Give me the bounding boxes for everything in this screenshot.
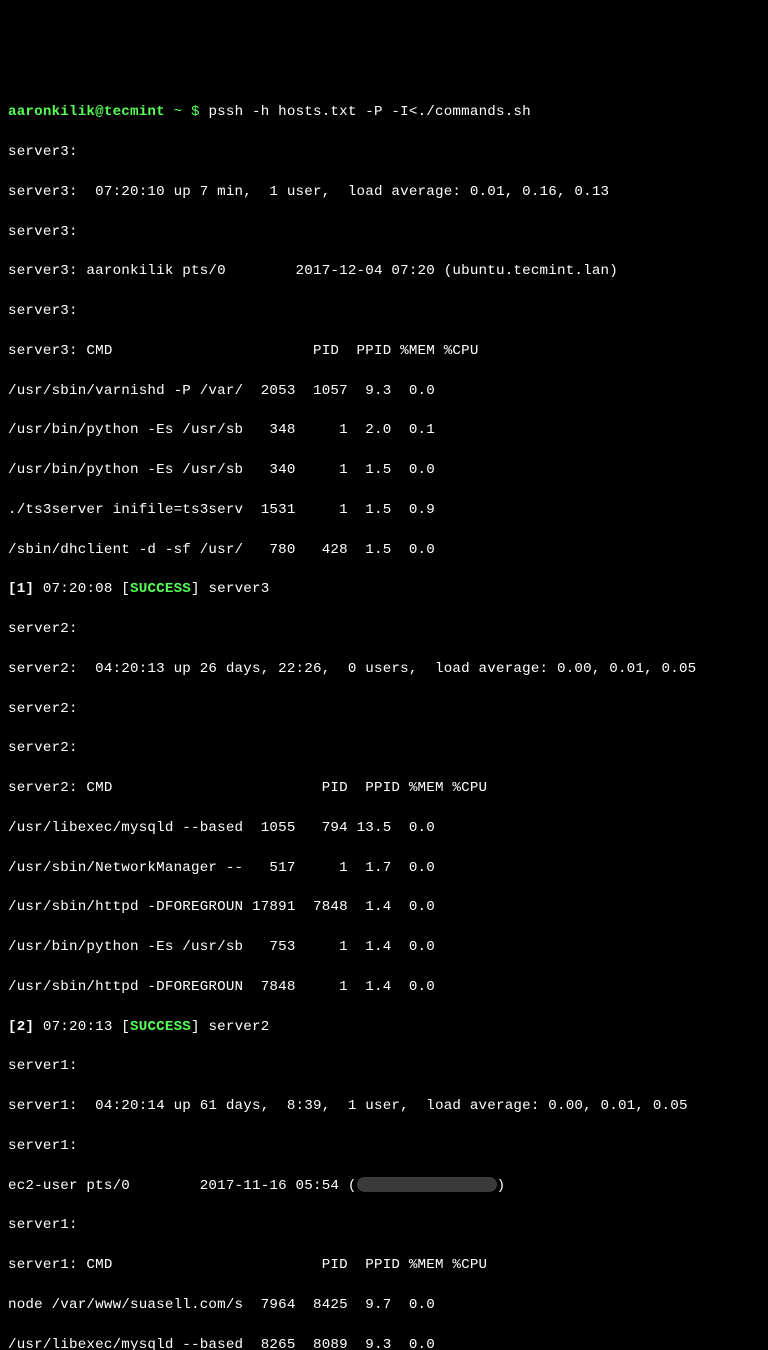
- status-line: [2] 07:20:13 [SUCCESS] server2: [8, 1018, 760, 1038]
- bracket-open: [: [121, 1019, 130, 1035]
- output-line: server3:: [8, 302, 760, 322]
- process-line: /usr/bin/python -Es /usr/sb 753 1 1.4 0.…: [8, 938, 760, 958]
- prompt-line: aaronkilik@tecmint ~ $ pssh -h hosts.txt…: [8, 103, 760, 123]
- process-line: /usr/bin/python -Es /usr/sb 348 1 2.0 0.…: [8, 421, 760, 441]
- status-line: [1] 07:20:08 [SUCCESS] server3: [8, 580, 760, 600]
- terminal-output: aaronkilik@tecmint ~ $ pssh -h hosts.txt…: [8, 84, 760, 1350]
- output-line: server2: CMD PID PPID %MEM %CPU: [8, 779, 760, 799]
- user-host: aaronkilik@tecmint: [8, 104, 165, 120]
- command-text[interactable]: pssh -h hosts.txt -P -I<./commands.sh: [208, 104, 530, 120]
- status-time: 07:20:08: [34, 581, 121, 597]
- output-line: server2: 04:20:13 up 26 days, 22:26, 0 u…: [8, 660, 760, 680]
- status-index: [2]: [8, 1019, 34, 1035]
- bracket-open: [: [121, 581, 130, 597]
- process-line: /usr/sbin/NetworkManager -- 517 1 1.7 0.…: [8, 859, 760, 879]
- output-line: server2:: [8, 700, 760, 720]
- status-time: 07:20:13: [34, 1019, 121, 1035]
- process-line: /usr/sbin/varnishd -P /var/ 2053 1057 9.…: [8, 382, 760, 402]
- output-line: server3:: [8, 143, 760, 163]
- output-line: server1:: [8, 1137, 760, 1157]
- status-word: SUCCESS: [130, 1019, 191, 1035]
- status-index: [1]: [8, 581, 34, 597]
- status-host: server3: [200, 581, 270, 597]
- output-line: server3: 07:20:10 up 7 min, 1 user, load…: [8, 183, 760, 203]
- output-line: server3: CMD PID PPID %MEM %CPU: [8, 342, 760, 362]
- user-login: ec2-user pts/0 2017-11-16 05:54 (: [8, 1178, 357, 1194]
- bracket-close: ]: [191, 1019, 200, 1035]
- close-paren: ): [497, 1178, 506, 1194]
- output-line: ec2-user pts/0 2017-11-16 05:54 (): [8, 1177, 760, 1197]
- status-word: SUCCESS: [130, 581, 191, 597]
- output-line: server3: aaronkilik pts/0 2017-12-04 07:…: [8, 262, 760, 282]
- output-line: server2:: [8, 620, 760, 640]
- status-host: server2: [200, 1019, 270, 1035]
- prompt-symbol: ~ $: [165, 104, 209, 120]
- process-line: /usr/bin/python -Es /usr/sb 340 1 1.5 0.…: [8, 461, 760, 481]
- output-line: server1: 04:20:14 up 61 days, 8:39, 1 us…: [8, 1097, 760, 1117]
- process-line: node /var/www/suasell.com/s 7964 8425 9.…: [8, 1296, 760, 1316]
- process-line: /usr/sbin/httpd -DFOREGROUN 17891 7848 1…: [8, 898, 760, 918]
- output-line: server1: CMD PID PPID %MEM %CPU: [8, 1256, 760, 1276]
- process-line: /usr/libexec/mysqld --based 8265 8089 9.…: [8, 1336, 760, 1350]
- redacted-ip: [357, 1177, 497, 1192]
- output-line: server1:: [8, 1057, 760, 1077]
- output-line: server1:: [8, 1216, 760, 1236]
- bracket-close: ]: [191, 581, 200, 597]
- process-line: ./ts3server inifile=ts3serv 1531 1 1.5 0…: [8, 501, 760, 521]
- process-line: /usr/sbin/httpd -DFOREGROUN 7848 1 1.4 0…: [8, 978, 760, 998]
- output-line: server2:: [8, 739, 760, 759]
- output-line: server3:: [8, 223, 760, 243]
- process-line: /usr/libexec/mysqld --based 1055 794 13.…: [8, 819, 760, 839]
- process-line: /sbin/dhclient -d -sf /usr/ 780 428 1.5 …: [8, 541, 760, 561]
